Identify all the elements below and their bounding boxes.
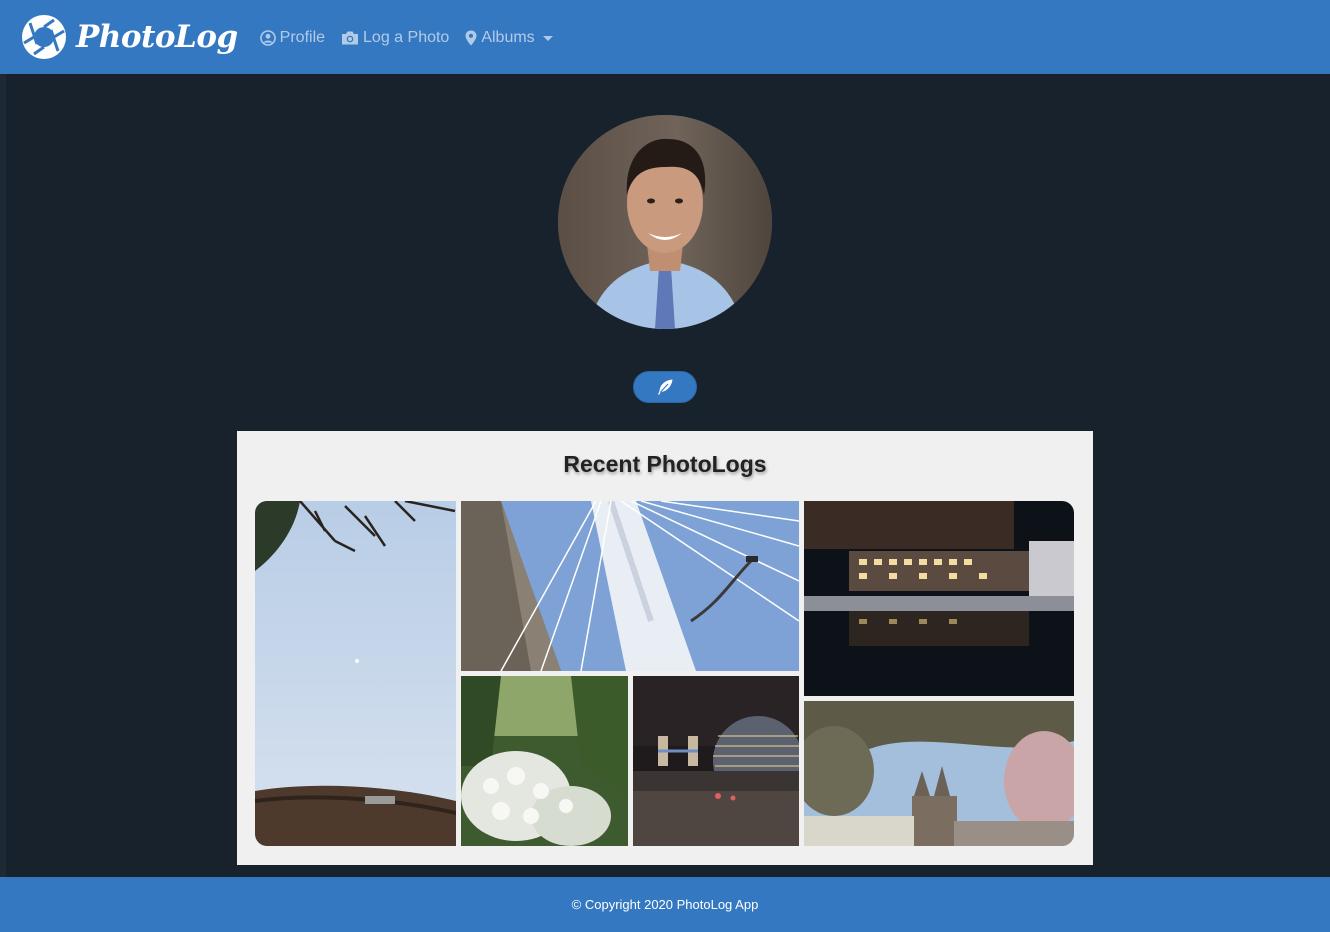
footer: © Copyright 2020 PhotoLog App xyxy=(0,877,1330,932)
map-marker-icon xyxy=(465,30,477,46)
photo-thumbnail-6[interactable] xyxy=(804,701,1074,846)
photo-gallery xyxy=(255,501,1074,846)
edit-profile-button[interactable] xyxy=(633,371,697,403)
camera-aperture-logo-icon xyxy=(22,15,66,59)
camera-icon xyxy=(342,31,359,45)
nav-item-profile-label: Profile xyxy=(279,29,326,46)
photo-thumbnail-2[interactable] xyxy=(461,501,799,671)
recent-photologs-card: Recent PhotoLogs xyxy=(237,431,1093,865)
nav-item-albums-label: Albums xyxy=(481,29,535,46)
nav-item-log-photo-label: Log a Photo xyxy=(363,29,450,46)
nav-item-profile[interactable]: Profile xyxy=(259,29,326,47)
left-rail xyxy=(0,74,6,877)
photo-thumbnail-4[interactable] xyxy=(461,676,628,846)
nav-item-albums[interactable]: Albums xyxy=(465,29,553,47)
copyright-text: © Copyright 2020 PhotoLog App xyxy=(571,897,759,912)
navbar: PhotoLog Profile Log a Photo Albums xyxy=(0,0,1330,74)
brand-link[interactable]: PhotoLog xyxy=(20,13,238,61)
user-circle-icon xyxy=(259,30,276,46)
profile-avatar xyxy=(558,115,772,329)
nav-links: Profile Log a Photo Albums xyxy=(259,29,569,47)
photo-thumbnail-1[interactable] xyxy=(255,501,456,846)
chevron-down-icon xyxy=(542,36,553,41)
brand-name: PhotoLog xyxy=(76,19,238,55)
nav-item-log-photo[interactable]: Log a Photo xyxy=(341,29,449,47)
profile-photo xyxy=(558,115,772,329)
feather-icon xyxy=(658,379,673,395)
recent-photologs-title: Recent PhotoLogs xyxy=(563,451,767,477)
photo-thumbnail-3[interactable] xyxy=(804,501,1074,696)
photo-thumbnail-5[interactable] xyxy=(633,676,799,846)
